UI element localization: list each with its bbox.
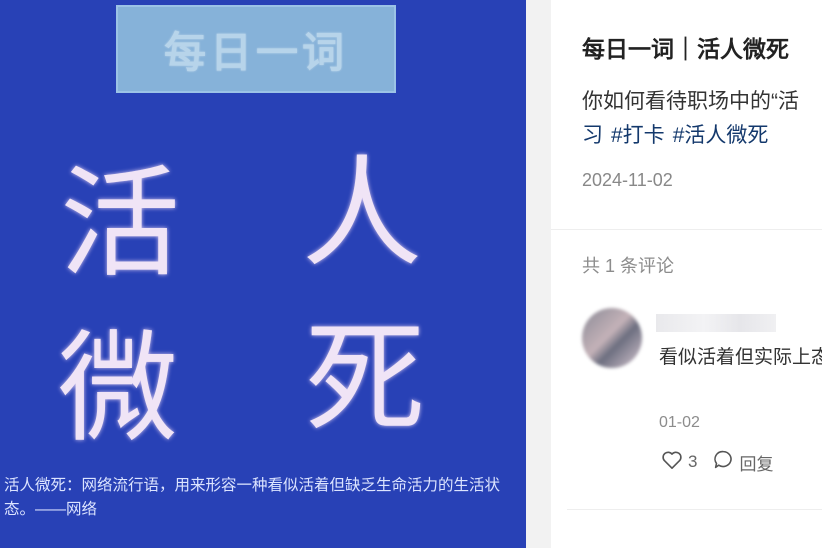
tag-item[interactable]: #活人微死	[673, 124, 769, 147]
heart-icon	[661, 450, 683, 475]
post-detail-panel: 每日一词｜活人微死 你如何看待职场中的“活 习 #打卡 #活人微死 2024-11-…	[551, 0, 822, 548]
image-header-box: 每日一词	[116, 5, 396, 93]
image-char-si: 死	[305, 310, 425, 449]
post-title: 每日一词｜活人微死	[582, 36, 789, 62]
comment-count: 共 1 条评论	[582, 256, 675, 276]
reply-button[interactable]: 回复	[713, 449, 773, 475]
post-description-text: 你如何看待职场中的“活	[582, 90, 799, 113]
username-blurred[interactable]	[656, 314, 776, 332]
post-description: 你如何看待职场中的“活 习 #打卡 #活人微死	[582, 85, 822, 153]
divider	[551, 229, 822, 230]
comment-date: 01-02	[659, 414, 700, 431]
tag-item[interactable]: 习	[582, 124, 603, 147]
like-button[interactable]: 3	[661, 450, 697, 475]
tag-item[interactable]: #打卡	[611, 124, 665, 147]
comment-actions: 3 回复	[661, 449, 789, 475]
like-count: 3	[688, 452, 698, 471]
reply-label: 回复	[739, 454, 774, 474]
image-char-ren: 人	[302, 145, 422, 284]
divider	[567, 509, 822, 510]
image-caption: 活人微死：网络流行语，用来形容一种看似活着但缺乏生命活力的生活状态。——网络	[4, 477, 501, 518]
post-date: 2024-11-02	[582, 170, 673, 190]
post-image[interactable]: 每日一词 活 人 微 死 活人微死：网络流行语，用来形容一种看似活着但缺乏生命活…	[0, 0, 526, 548]
image-char-wei: 微	[58, 320, 178, 459]
image-char-huo: 活	[60, 155, 180, 294]
post-tags: 习 #打卡 #活人微死	[582, 119, 822, 153]
avatar[interactable]	[582, 308, 642, 368]
image-header-text: 每日一词	[163, 28, 348, 76]
comment-text: 看似活着但实际上态	[659, 347, 822, 368]
comment-icon	[713, 449, 734, 475]
